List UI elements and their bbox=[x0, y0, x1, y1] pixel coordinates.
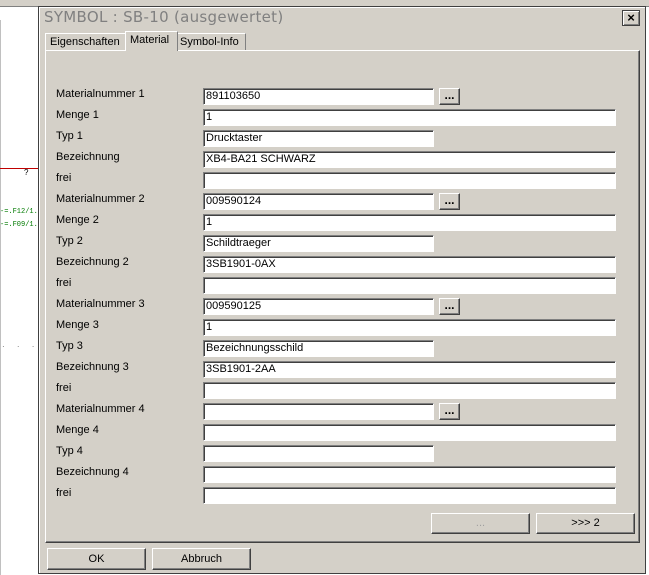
label-menge-2: Menge 2 bbox=[56, 214, 99, 226]
background-cell: ? bbox=[0, 168, 40, 178]
background-reference-2: -=.F09/1.1 bbox=[0, 221, 43, 229]
label-materialnummer-3: Materialnummer 3 bbox=[56, 298, 145, 310]
bezeichnung-2-field[interactable]: 3SB1901-0AX bbox=[203, 256, 616, 273]
label-bezeichnung-2: Bezeichnung 2 bbox=[56, 256, 129, 268]
browse-button-1[interactable]: ... bbox=[439, 88, 460, 105]
label-menge-1: Menge 1 bbox=[56, 109, 99, 121]
frei-2-field[interactable] bbox=[203, 277, 616, 294]
label-frei-1: frei bbox=[56, 172, 72, 184]
ok-button[interactable]: OK bbox=[47, 548, 146, 570]
menge-2-field[interactable]: 1 bbox=[203, 214, 616, 231]
label-typ-2: Typ 2 bbox=[56, 235, 83, 247]
browse-button-3[interactable]: ... bbox=[439, 298, 460, 315]
bezeichnung-3-field[interactable]: 3SB1901-2AA bbox=[203, 361, 616, 378]
tab-symbol-info[interactable]: Symbol-Info bbox=[175, 33, 246, 50]
materialnummer-4-field[interactable] bbox=[203, 403, 434, 420]
label-frei-4: frei bbox=[56, 487, 72, 499]
tab-eigenschaften[interactable]: Eigenschaften bbox=[45, 33, 130, 50]
label-bezeichnung-1: Bezeichnung bbox=[56, 151, 120, 163]
bezeichnung-4-field[interactable] bbox=[203, 466, 616, 483]
label-menge-4: Menge 4 bbox=[56, 424, 99, 436]
frei-1-field[interactable] bbox=[203, 172, 616, 189]
background-reference-1: -=.F12/1.1 bbox=[0, 208, 43, 216]
close-icon: × bbox=[627, 10, 635, 25]
previous-page-button[interactable]: ... bbox=[431, 513, 530, 534]
label-frei-2: frei bbox=[56, 277, 72, 289]
tab-material[interactable]: Material bbox=[125, 31, 178, 51]
title-bar[interactable]: SYMBOL : SB-10 (ausgewertet) × bbox=[41, 8, 643, 27]
next-page-button[interactable]: >>> 2 bbox=[536, 513, 635, 534]
menge-1-field[interactable]: 1 bbox=[203, 109, 616, 126]
label-materialnummer-2: Materialnummer 2 bbox=[56, 193, 145, 205]
materialnummer-3-field[interactable]: 009590125 bbox=[203, 298, 434, 315]
cancel-button[interactable]: Abbruch bbox=[152, 548, 251, 570]
frei-4-field[interactable] bbox=[203, 487, 616, 504]
material-panel: Materialnummer 1 891103650 ... Menge 1 1… bbox=[45, 50, 640, 543]
tab-label: Eigenschaften bbox=[50, 36, 120, 48]
window-title: SYMBOL : SB-10 (ausgewertet) bbox=[44, 8, 284, 26]
materialnummer-1-field[interactable]: 891103650 bbox=[203, 88, 434, 105]
label-typ-4: Typ 4 bbox=[56, 445, 83, 457]
label-bezeichnung-4: Bezeichnung 4 bbox=[56, 466, 129, 478]
browse-button-4[interactable]: ... bbox=[439, 403, 460, 420]
label-materialnummer-4: Materialnummer 4 bbox=[56, 403, 145, 415]
symbol-dialog: SYMBOL : SB-10 (ausgewertet) × Eigenscha… bbox=[38, 6, 646, 574]
materialnummer-2-field[interactable]: 009590124 bbox=[203, 193, 434, 210]
label-typ-3: Typ 3 bbox=[56, 340, 83, 352]
tab-label: Symbol-Info bbox=[180, 36, 239, 48]
menge-3-field[interactable]: 1 bbox=[203, 319, 616, 336]
label-typ-1: Typ 1 bbox=[56, 130, 83, 142]
tab-label: Material bbox=[130, 34, 170, 46]
browse-button-2[interactable]: ... bbox=[439, 193, 460, 210]
close-button[interactable]: × bbox=[622, 10, 640, 26]
typ-4-field[interactable] bbox=[203, 445, 434, 462]
typ-1-field[interactable]: Drucktaster bbox=[203, 130, 434, 147]
bezeichnung-1-field[interactable]: XB4-BA21 SCHWARZ bbox=[203, 151, 616, 168]
menge-4-field[interactable] bbox=[203, 424, 616, 441]
background-dots: · · · bbox=[2, 342, 40, 351]
label-frei-3: frei bbox=[56, 382, 72, 394]
label-menge-3: Menge 3 bbox=[56, 319, 99, 331]
background-cell-value: ? bbox=[24, 168, 29, 177]
background-divider bbox=[0, 20, 1, 575]
label-bezeichnung-3: Bezeichnung 3 bbox=[56, 361, 129, 373]
typ-2-field[interactable]: Schildtraeger bbox=[203, 235, 434, 252]
label-materialnummer-1: Materialnummer 1 bbox=[56, 88, 145, 100]
frei-3-field[interactable] bbox=[203, 382, 616, 399]
typ-3-field[interactable]: Bezeichnungsschild bbox=[203, 340, 434, 357]
